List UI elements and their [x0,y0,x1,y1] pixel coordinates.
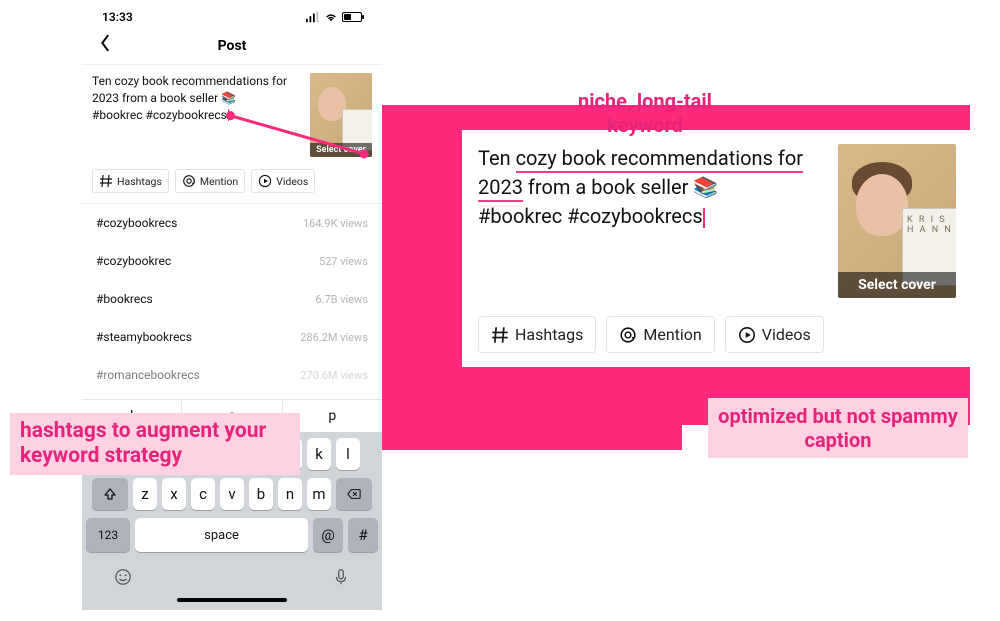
key-backspace[interactable] [336,478,372,510]
big-caption-prefix: Ten [478,146,516,170]
signal-icon [306,10,320,24]
key-z[interactable]: z [133,478,157,510]
at-icon [619,326,637,344]
big-mention-chip-label: Mention [643,325,701,344]
suggestion-views: 270.6M views [300,369,368,382]
key-123[interactable]: 123 [86,518,130,552]
play-icon [258,174,272,188]
hashtag-suggestions: #cozybookrecs 164.9K views #cozybookrec 52… [82,203,382,394]
caption-hashtags: #bookrec #cozybookrecs [92,108,227,122]
big-mention-chip[interactable]: Mention [606,316,714,353]
suggestion-tag: #romancebookrecs [96,368,200,382]
status-bar: 13:33 [82,0,382,28]
back-button[interactable] [96,34,114,56]
suggestion-tag: #cozybookrec [96,254,171,268]
mic-icon [332,568,350,586]
big-caption: Ten cozy book recommendations for 2023 f… [478,144,824,298]
home-indicator[interactable] [177,598,287,602]
suggestion-views: 164.9K views [303,217,368,230]
kb-footer [86,560,378,592]
big-chip-row: Hashtags Mention Videos [478,316,956,353]
big-cover-thumbnail[interactable]: K R I S H A N N Select cover [838,144,956,298]
callout-optimized-caption: optimized but not spammy caption [708,398,968,458]
callout-hashtag-strategy: hashtags to augment your keyword strateg… [10,413,300,475]
suggestion-row[interactable]: #cozybookrec 527 views [82,242,382,280]
suggestion-views: 6.7B views [315,293,368,306]
emoji-icon [114,568,132,586]
key-n[interactable]: n [278,478,302,510]
hashtags-chip[interactable]: Hashtags [92,169,169,193]
mention-chip-label: Mention [200,175,238,188]
suggestion-tag: #cozybookrecs [96,216,177,230]
kb-row3: z x c v b n m [86,478,378,510]
wifi-icon [324,10,338,24]
key-v[interactable]: v [220,478,244,510]
suggestion-tag: #bookrecs [96,292,153,306]
page-title: Post [218,38,247,54]
big-text-cursor [703,208,705,228]
callout-niche-keyword: niche, long-tail keyword [535,83,755,143]
big-caption-hashtags: #bookrec #cozybookrecs [478,204,703,228]
header: Post [82,28,382,64]
big-hashtags-chip[interactable]: Hashtags [478,316,596,353]
suggestion-views: 527 views [319,255,368,268]
key-b[interactable]: b [249,478,273,510]
kb-row4: 123 space @ # [86,518,378,552]
key-space[interactable]: space [135,518,308,552]
key-hash[interactable]: # [348,518,378,552]
chevron-left-icon [96,34,114,52]
phone-frame: 13:33 Post Ten cozy book recommendations… [82,0,382,610]
status-time: 13:33 [102,10,133,24]
big-cover-label: Select cover [838,272,956,298]
suggestion-row[interactable]: #romancebookrecs 270.6M views [82,356,382,394]
key-m[interactable]: m [307,478,331,510]
key-l[interactable]: l [336,438,360,470]
videos-chip-label: Videos [276,175,308,188]
mention-chip[interactable]: Mention [175,169,245,193]
caption-line2: 2023 from a book seller 📚 [92,91,236,105]
suggestion-row[interactable]: #steamybookrecs 286.2M views [82,318,382,356]
thumb-face [856,174,908,236]
key-c[interactable]: c [191,478,215,510]
backspace-icon [347,487,361,501]
key-x[interactable]: x [162,478,186,510]
big-videos-chip[interactable]: Videos [725,316,824,353]
shift-icon [103,487,117,501]
caption-input[interactable]: Ten cozy book recommendations for 2023 f… [92,73,302,157]
big-videos-chip-label: Videos [762,325,811,344]
caption-line1: Ten cozy book recommendations for [92,74,287,88]
suggestion-views: 286.2M views [300,331,368,344]
enlarged-compose-panel: Ten cozy book recommendations for 2023 f… [462,130,972,367]
key-at[interactable]: @ [313,518,343,552]
hashtags-chip-label: Hashtags [117,175,162,188]
key-k[interactable]: k [307,438,331,470]
chip-row: Hashtags Mention Videos [92,169,372,193]
at-icon [182,174,196,188]
suggestion-row[interactable]: #bookrecs 6.7B views [82,280,382,318]
big-caption-underlined1: cozy book recommendations for [516,146,803,173]
compose-area: Ten cozy book recommendations for 2023 f… [82,64,382,203]
battery-icon [342,12,362,22]
videos-chip[interactable]: Videos [251,169,315,193]
status-icons [306,10,362,24]
emoji-button[interactable] [114,568,132,590]
big-caption-suffix: from a book seller 📚 [523,175,718,199]
hash-icon [491,326,509,344]
key-shift[interactable] [92,478,128,510]
big-hashtags-chip-label: Hashtags [515,325,583,344]
suggestion-row[interactable]: #cozybookrecs 164.9K views [82,204,382,242]
play-icon [738,326,756,344]
mic-button[interactable] [332,568,350,590]
cover-thumbnail[interactable]: Select cover [310,73,372,157]
big-caption-underlined2: 2023 [478,175,523,202]
suggestion-tag: #steamybookrecs [96,330,192,344]
hash-icon [99,174,113,188]
